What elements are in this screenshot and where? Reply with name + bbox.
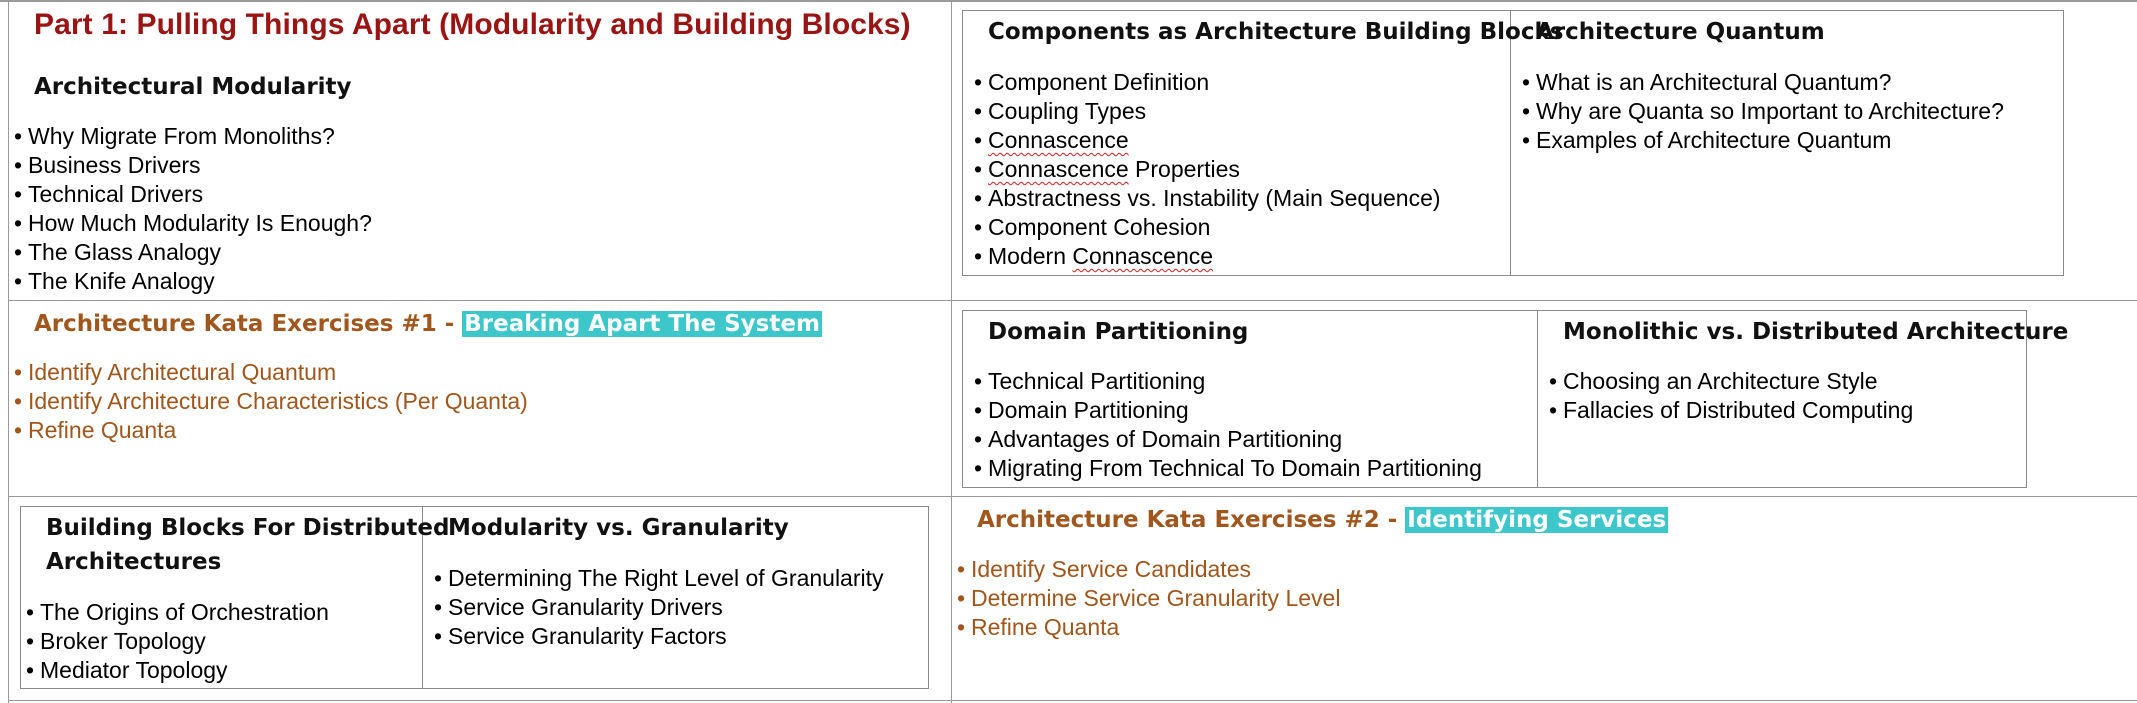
list-item: Modern Connascence	[974, 242, 1441, 271]
list-item-text: Properties	[1128, 156, 1240, 182]
building-blocks-list: The Origins of Orchestration Broker Topo…	[26, 598, 329, 685]
list-item: Fallacies of Distributed Computing	[1549, 396, 1913, 425]
grid-bottom-line	[8, 700, 2137, 701]
kata1-title: Architecture Kata Exercises #1 - Breakin…	[34, 307, 822, 341]
list-item: Determine Service Granularity Level	[957, 584, 1340, 613]
list-item: Service Granularity Factors	[434, 622, 884, 651]
building-blocks-title-line2: Architectures	[46, 549, 222, 575]
list-item: Component Definition	[974, 68, 1441, 97]
components-list: Component Definition Coupling Types Conn…	[974, 68, 1441, 271]
kata1-title-text: Architecture Kata Exercises #1 -	[34, 311, 463, 337]
list-item: Broker Topology	[26, 627, 329, 656]
list-item: Identify Architectural Quantum	[14, 358, 528, 387]
kata2-title: Architecture Kata Exercises #2 - Identif…	[977, 503, 1669, 537]
components-title: Components as Architecture Building Bloc…	[988, 19, 1564, 45]
list-item: Choosing an Architecture Style	[1549, 367, 1913, 396]
domain-partitioning-title: Domain Partitioning	[988, 319, 1249, 345]
list-item: Determining The Right Level of Granulari…	[434, 564, 884, 593]
modularity-granularity-list: Determining The Right Level of Granulari…	[434, 564, 884, 651]
list-item: Identify Architecture Characteristics (P…	[14, 387, 528, 416]
quantum-title: Architecture Quantum	[1536, 19, 1825, 45]
mono-vs-dist-list: Choosing an Architecture Style Fallacies…	[1549, 367, 1913, 425]
list-item-text: Modern	[988, 243, 1073, 269]
list-item: Domain Partitioning	[974, 396, 1482, 425]
grid-left-line	[8, 0, 9, 703]
list-item: The Glass Analogy	[14, 238, 372, 267]
building-blocks-title-line1: Building Blocks For Distributed	[46, 515, 450, 541]
quantum-list: What is an Architectural Quantum? Why ar…	[1522, 68, 2004, 155]
kata1-list: Identify Architectural Quantum Identify …	[14, 358, 528, 445]
modularity-granularity-title: Modularity vs. Granularity	[448, 515, 789, 541]
domain-monolithic-divider	[1537, 310, 1538, 488]
grid-row-line-2	[8, 496, 2137, 497]
list-item: Technical Drivers	[14, 180, 372, 209]
connascence-word: Connascence	[988, 156, 1129, 182]
architectural-modularity-list: Why Migrate From Monoliths? Business Dri…	[14, 122, 372, 296]
list-item: Connascence Properties	[974, 155, 1441, 184]
list-item: Advantages of Domain Partitioning	[974, 425, 1482, 454]
grid-row-line-1	[8, 300, 2137, 301]
kata2-highlight: Identifying Services	[1405, 507, 1669, 533]
list-item: The Knife Analogy	[14, 267, 372, 296]
list-item: Identify Service Candidates	[957, 555, 1340, 584]
kata1-highlight: Breaking Apart The System	[462, 311, 822, 337]
kata2-title-text: Architecture Kata Exercises #2 -	[977, 507, 1406, 533]
list-item: Refine Quanta	[14, 416, 528, 445]
grid-center-line	[951, 0, 952, 703]
list-item: How Much Modularity Is Enough?	[14, 209, 372, 238]
list-item: Connascence	[974, 126, 1441, 155]
kata2-list: Identify Service Candidates Determine Se…	[957, 555, 1340, 642]
list-item: What is an Architectural Quantum?	[1522, 68, 2004, 97]
list-item: Mediator Topology	[26, 656, 329, 685]
list-item: Why Migrate From Monoliths?	[14, 122, 372, 151]
connascence-word: Connascence	[1072, 243, 1214, 269]
list-item: Migrating From Technical To Domain Parti…	[974, 454, 1482, 483]
list-item: Abstractness vs. Instability (Main Seque…	[974, 184, 1441, 213]
grid-top-line	[0, 0, 2137, 2]
list-item: The Origins of Orchestration	[26, 598, 329, 627]
building-blocks-title: Building Blocks For Distributed Architec…	[46, 511, 449, 579]
list-item: Technical Partitioning	[974, 367, 1482, 396]
mono-vs-dist-title: Monolithic vs. Distributed Architecture	[1563, 319, 2069, 345]
domain-partitioning-list: Technical Partitioning Domain Partitioni…	[974, 367, 1482, 483]
list-item: Refine Quanta	[957, 613, 1340, 642]
components-quantum-divider	[1510, 10, 1511, 276]
list-item: Component Cohesion	[974, 213, 1441, 242]
part-title: Part 1: Pulling Things Apart (Modularity…	[34, 8, 911, 41]
list-item: Coupling Types	[974, 97, 1441, 126]
list-item: Service Granularity Drivers	[434, 593, 884, 622]
connascence-word: Connascence	[988, 127, 1129, 153]
list-item: Examples of Architecture Quantum	[1522, 126, 2004, 155]
architectural-modularity-title: Architectural Modularity	[34, 74, 352, 100]
list-item: Why are Quanta so Important to Architect…	[1522, 97, 2004, 126]
list-item: Business Drivers	[14, 151, 372, 180]
